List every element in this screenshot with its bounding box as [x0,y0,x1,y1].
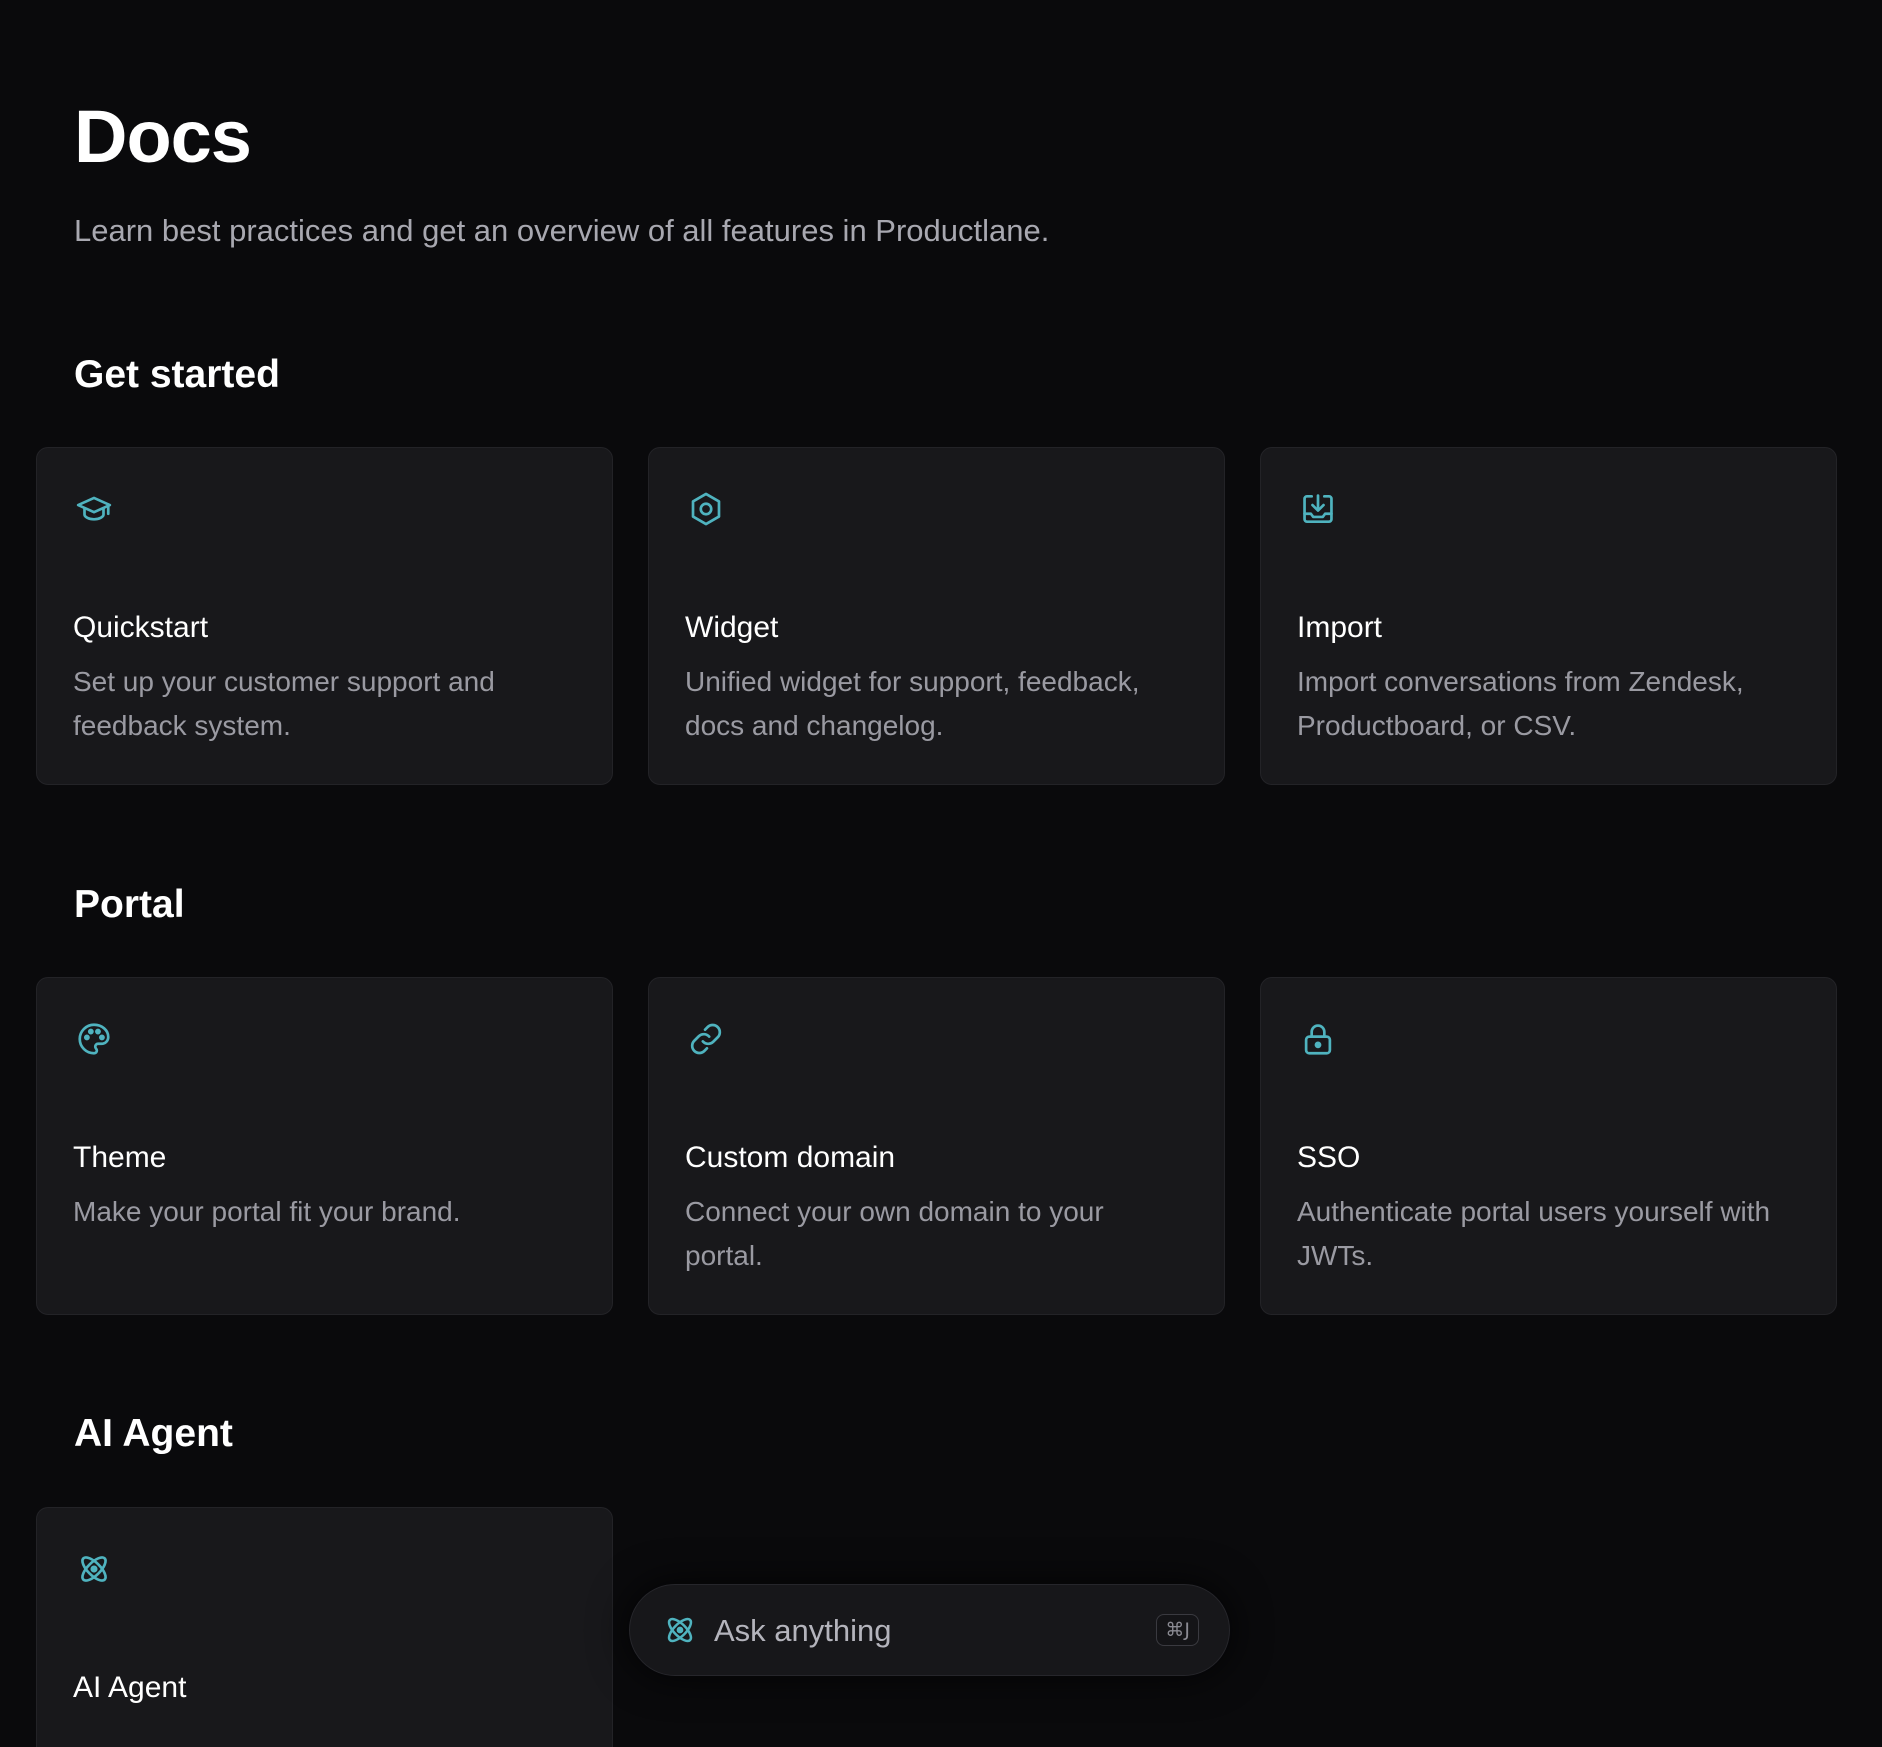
ask-placeholder: Ask anything [714,1613,892,1648]
card-grid-get-started: Quickstart Set up your customer support … [36,447,1837,785]
card-title: Quickstart [73,611,209,644]
card-title: SSO [1297,1141,1361,1174]
graduation-cap-icon [75,490,113,528]
lock-icon [1299,1020,1337,1058]
page-subtitle: Learn best practices and get an overview… [74,213,1050,248]
card-widget[interactable]: Widget Unified widget for support, feedb… [648,447,1225,785]
card-custom-domain[interactable]: Custom domain Connect your own domain to… [648,977,1225,1315]
card-grid-portal: Theme Make your portal fit your brand. C… [36,977,1837,1315]
card-ai-agent[interactable]: AI Agent [36,1507,613,1747]
ask-anything-input[interactable]: Ask anything ⌘J [629,1584,1230,1676]
card-description: Connect your own domain to your portal. [685,1196,1104,1271]
import-tray-icon [1299,490,1337,528]
section-title-portal: Portal [74,883,185,926]
keyboard-shortcut-badge: ⌘J [1156,1614,1199,1646]
card-description: Unified widget for support, feedback, do… [685,666,1140,741]
section-title-ai-agent: AI Agent [74,1412,233,1455]
card-description: Import conversations from Zendesk, Produ… [1297,666,1744,741]
hexagon-gear-icon [687,490,725,528]
card-description: Make your portal fit your brand. [73,1196,461,1227]
section-title-get-started: Get started [74,353,280,396]
card-theme[interactable]: Theme Make your portal fit your brand. [36,977,613,1315]
card-title: Widget [685,611,779,644]
card-quickstart[interactable]: Quickstart Set up your customer support … [36,447,613,785]
page-title: Docs [74,95,252,178]
atom-icon [662,1612,698,1648]
atom-icon [75,1550,113,1588]
card-description: Authenticate portal users yourself with … [1297,1196,1771,1271]
docs-page: Docs Learn best practices and get an ove… [0,0,1882,1747]
card-title: Custom domain [685,1141,896,1174]
link-icon [687,1020,725,1058]
card-title: AI Agent [73,1671,187,1704]
card-import[interactable]: Import Import conversations from Zendesk… [1260,447,1837,785]
card-title: Import [1297,611,1383,644]
card-description: Set up your customer support and feedbac… [73,666,495,741]
palette-icon [75,1020,113,1058]
card-title: Theme [73,1141,167,1174]
card-sso[interactable]: SSO Authenticate portal users yourself w… [1260,977,1837,1315]
